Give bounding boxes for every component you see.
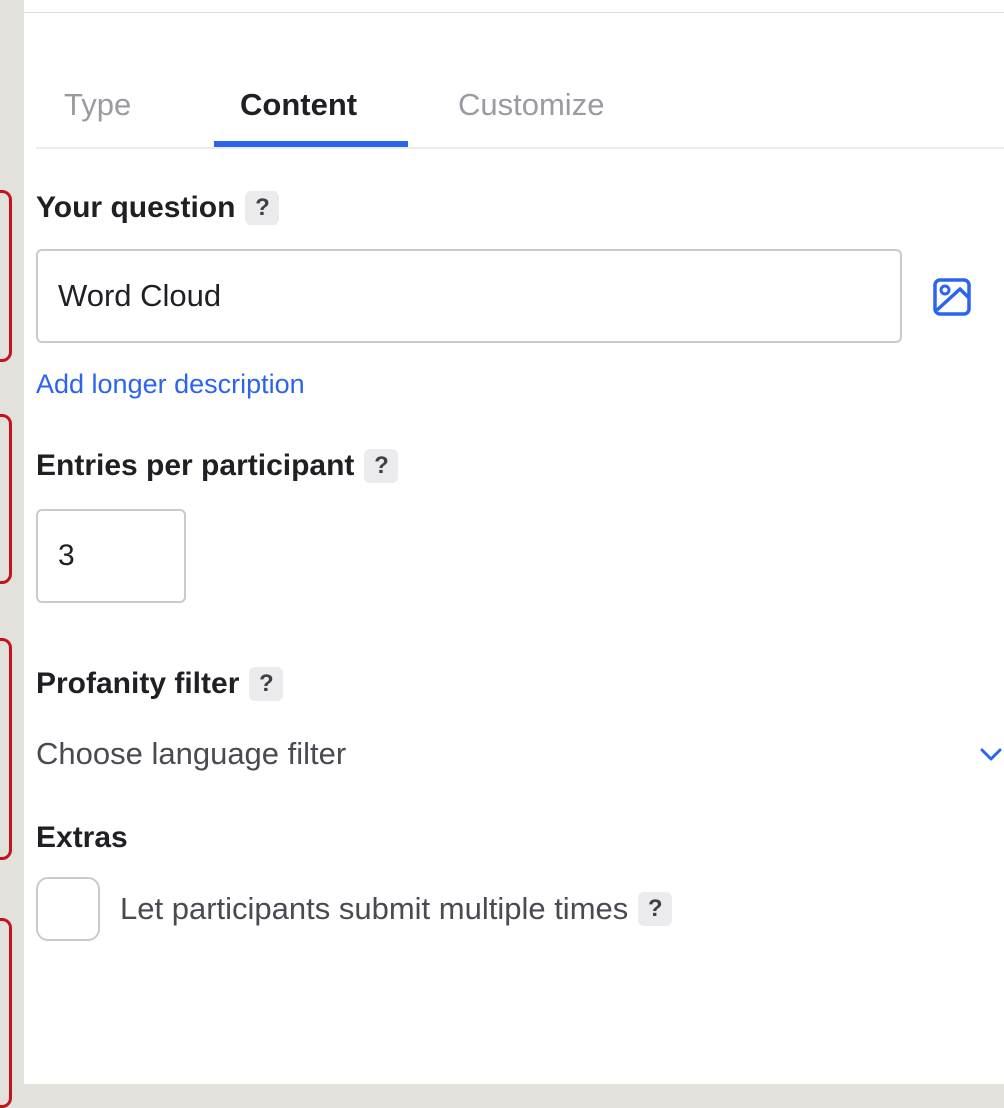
active-tab-underline [214,141,408,147]
tab-content[interactable]: Content [212,83,385,147]
content-panel: Type Content Customize Your question ? A… [24,12,1004,1084]
add-description-link[interactable]: Add longer description [36,369,305,400]
multiple-submit-help-icon[interactable]: ? [638,892,673,926]
profanity-help-icon[interactable]: ? [249,667,284,701]
extras-section-label: Extras [36,821,128,855]
annotation-outline-2 [0,414,12,584]
profanity-label: Profanity filter [36,667,240,700]
language-filter-label: Choose language filter [36,736,347,771]
profanity-section-label: Profanity filter ? [36,667,284,701]
tab-bar: Type Content Customize [36,83,1004,149]
entries-label: Entries per participant [36,449,355,482]
question-help-icon[interactable]: ? [245,191,280,225]
multiple-submit-row: Let participants submit multiple times ? [36,877,673,941]
annotation-outline-3 [0,638,12,860]
image-icon[interactable] [932,277,972,317]
annotation-outline-4 [0,918,12,1108]
extras-label: Extras [36,821,128,854]
entries-input[interactable] [36,509,186,603]
tab-type[interactable]: Type [36,83,159,147]
question-label: Your question [36,191,236,224]
question-section-label: Your question ? [36,191,280,225]
entries-section-label: Entries per participant ? [36,449,399,483]
tab-customize[interactable]: Customize [430,83,632,147]
chevron-down-icon [980,748,1002,761]
question-input[interactable] [36,249,902,343]
language-filter-dropdown[interactable]: Choose language filter [36,729,1004,779]
entries-help-icon[interactable]: ? [364,449,399,483]
multiple-submit-checkbox[interactable] [36,877,100,941]
multiple-submit-label: Let participants submit multiple times [120,891,629,926]
annotation-outline-1 [0,190,12,362]
